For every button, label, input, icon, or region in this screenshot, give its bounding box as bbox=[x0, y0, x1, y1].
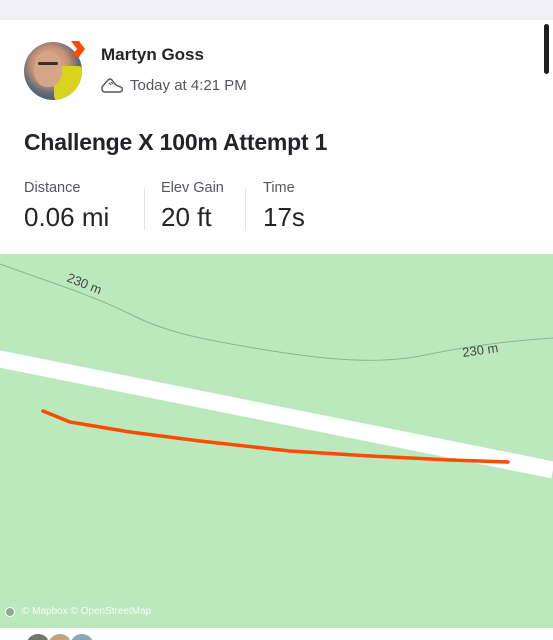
map-canvas: 230 m 230 m bbox=[0, 263, 553, 479]
scrollbar[interactable] bbox=[544, 24, 549, 74]
stat-value: 0.06 mi bbox=[24, 202, 110, 232]
road bbox=[0, 350, 553, 479]
shoe-icon bbox=[101, 78, 124, 93]
stat-label: Time bbox=[263, 180, 295, 196]
activity-title[interactable]: Challenge X 100m Attempt 1 bbox=[24, 129, 327, 156]
stat-value: 17s bbox=[263, 202, 305, 232]
stat-label: Elev Gain bbox=[161, 180, 224, 196]
stat-elevation-gain: Elev Gain 20 ft bbox=[161, 180, 224, 233]
stat-distance: Distance 0.06 mi bbox=[24, 180, 109, 233]
stat-time: Time 17s bbox=[263, 180, 305, 233]
contour-label: 230 m bbox=[65, 270, 104, 297]
stat-divider bbox=[245, 188, 246, 230]
activity-timestamp: Today at 4:21 PM bbox=[130, 77, 247, 94]
route-map[interactable]: 230 m 230 m © Mapbox © OpenStreetMap bbox=[0, 254, 553, 628]
map-attribution[interactable]: © Mapbox © OpenStreetMap bbox=[22, 606, 151, 617]
stat-label: Distance bbox=[24, 180, 81, 196]
athlete-name[interactable]: Martyn Goss bbox=[101, 45, 204, 65]
subscriber-badge-icon bbox=[71, 41, 85, 57]
stat-divider bbox=[144, 188, 145, 230]
athlete-avatar[interactable] bbox=[24, 41, 85, 102]
mapbox-logo-icon[interactable] bbox=[5, 607, 15, 617]
top-bar bbox=[0, 0, 553, 20]
contour-label: 230 m bbox=[461, 340, 499, 360]
stat-value: 20 ft bbox=[161, 202, 212, 232]
